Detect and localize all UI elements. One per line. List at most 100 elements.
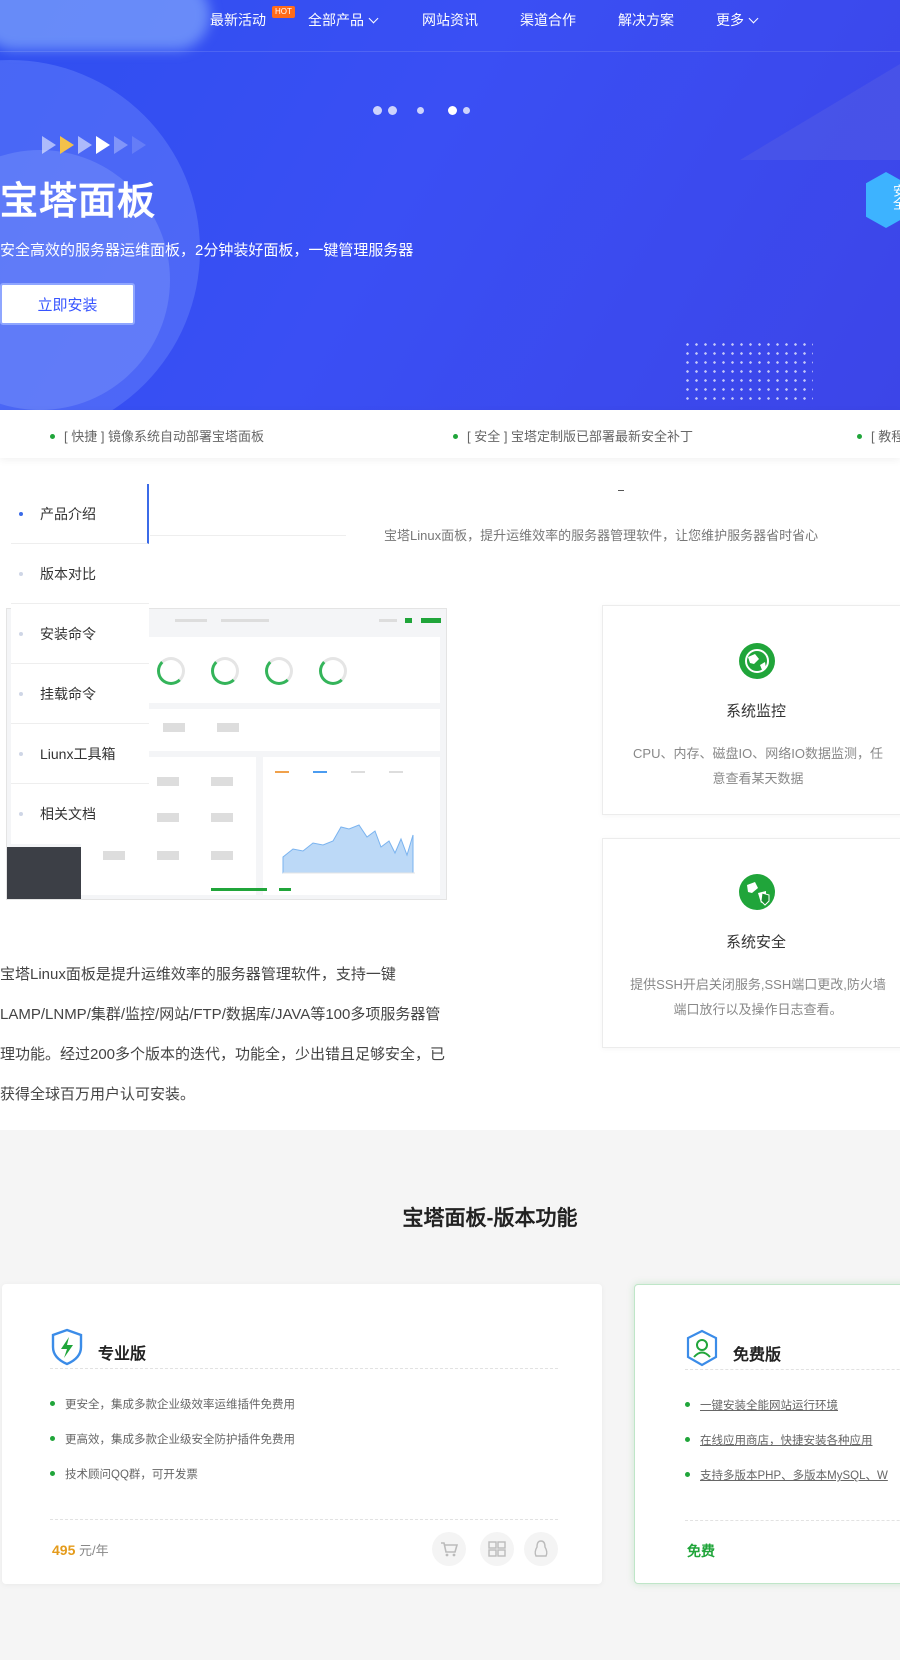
divider (685, 1520, 900, 1521)
sidebar-item-label: 相关文档 (40, 806, 96, 822)
mock-box (217, 723, 239, 732)
hero-decor-shape (740, 40, 900, 160)
sidebar-item-compare[interactable]: 版本对比 (11, 544, 149, 604)
feature-title: 系统安全 (725, 934, 786, 951)
feature-card-security: 系统安全 提供SSH开启关闭服务,SSH端口更改,防火墙端口放行以及操作日志查看… (602, 838, 900, 1048)
price-unit: 元/年 (78, 1543, 109, 1558)
section-dash (618, 490, 624, 491)
globe-monitor-icon (739, 643, 775, 679)
feature-item: 技术顾问QQ群，可开发票 (50, 1466, 198, 1482)
divider (50, 1368, 558, 1369)
sidebar-item-docs[interactable]: 相关文档 (11, 784, 149, 844)
slider-dot[interactable] (417, 107, 424, 114)
nav-solutions[interactable]: 解决方案 (618, 12, 674, 28)
mock-box (211, 813, 233, 822)
arrow-icon (132, 136, 146, 154)
mock-box (157, 777, 179, 786)
product-sidebar: 产品介绍 版本对比 安装命令 挂载命令 Liunx工具箱 相关文档 (11, 484, 149, 844)
hot-badge: HOT (272, 6, 295, 18)
feature-link[interactable]: 一键安装全能网站运行环境 (685, 1397, 838, 1413)
nav-more[interactable]: 更多 (716, 12, 759, 28)
user-shield-icon (686, 1329, 718, 1367)
slider-dot[interactable] (373, 106, 382, 115)
free-price-label: 免费 (687, 1543, 715, 1559)
linux-icon[interactable] (524, 1532, 558, 1566)
sidebar-item-mount-cmd[interactable]: 挂载命令 (11, 664, 149, 724)
mock-bar (175, 619, 207, 622)
mock-box (163, 723, 185, 732)
version-name: 免费版 (733, 1347, 782, 1364)
feature-text: 更高效，集成多款企业级安全防护插件免费用 (65, 1434, 295, 1446)
intro-body-text: 宝塔Linux面板是提升运维效率的服务器管理软件，支持一键LAMP/LNMP/集… (0, 966, 446, 1103)
sidebar-item-label: 产品介绍 (40, 506, 96, 522)
divider (685, 1369, 900, 1370)
news-item[interactable]: [ 教程 (857, 426, 900, 445)
security-side-badge[interactable]: 安全 (866, 172, 900, 228)
news-ticker: [ 快捷 ] 镜像系统自动部署宝塔面板 [ 安全 ] 宝塔定制版已部署最新安全补… (0, 410, 900, 458)
shield-bolt-icon (51, 1328, 83, 1366)
arrow-icon (42, 136, 56, 154)
feature-text: 更安全，集成多款企业级效率运维插件免费用 (65, 1399, 295, 1411)
pro-version-card: 专业版 更安全，集成多款企业级效率运维插件免费用 更高效，集成多款企业级安全防护… (2, 1284, 602, 1584)
news-item[interactable]: [ 安全 ] 宝塔定制版已部署最新安全补丁 (453, 426, 693, 445)
mock-gauge (319, 657, 347, 685)
slider-dot[interactable] (388, 106, 397, 115)
nav-all-products-label: 全部产品 (308, 12, 364, 28)
windows-icon[interactable] (480, 1532, 514, 1566)
hero-dot-grid (683, 340, 813, 400)
hero-arrows-decor (42, 136, 146, 154)
mock-traffic-chart (275, 771, 415, 874)
nav-news[interactable]: 网站资讯 (422, 12, 478, 28)
sidebar-item-toolbox[interactable]: Liunx工具箱 (11, 724, 149, 784)
sidebar-item-install-cmd[interactable]: 安装命令 (11, 604, 149, 664)
slider-dots (373, 106, 470, 115)
mock-gauge (265, 657, 293, 685)
mock-gauge (157, 657, 185, 685)
nav-latest-activity[interactable]: 最新活动 (210, 12, 266, 28)
mock-sidebar (7, 847, 81, 899)
mock-box (157, 813, 179, 822)
mock-box (157, 851, 179, 860)
price: 495 元/年 (52, 1540, 109, 1559)
slider-dot-active[interactable] (448, 106, 457, 115)
chevron-down-icon (368, 13, 379, 24)
intro-description: 宝塔Linux面板，提升运维效率的服务器管理软件，让您维护服务器省时省心 (384, 528, 819, 543)
nav-all-products[interactable]: 全部产品 (308, 12, 379, 28)
feature-item: 更安全，集成多款企业级效率运维插件免费用 (50, 1396, 295, 1412)
price-value: 495 (52, 1542, 76, 1558)
mock-box (103, 851, 125, 860)
mock-bar (421, 618, 441, 623)
feature-text: 支持多版本PHP、多版本MySQL、W (700, 1470, 888, 1482)
arrow-icon (114, 136, 128, 154)
slider-dot[interactable] (463, 107, 470, 114)
hero-title: 宝塔面板 (0, 181, 157, 223)
news-item-text: [ 教程 (871, 429, 900, 444)
feature-card-monitor: 系统监控 CPU、内存、磁盘IO、网络IO数据监测，任意查看某天数据 (602, 605, 900, 815)
mock-bar (221, 619, 269, 622)
feature-text: 在线应用商店，快捷安装各种应用 (700, 1435, 873, 1447)
feature-text: 一键安装全能网站运行环境 (700, 1400, 838, 1412)
globe-shield-icon (739, 874, 775, 910)
arrow-icon (78, 136, 92, 154)
cart-icon[interactable] (432, 1532, 466, 1566)
feature-link[interactable]: 支持多版本PHP、多版本MySQL、W (685, 1467, 888, 1483)
install-button[interactable]: 立即安装 (0, 283, 135, 325)
feature-title: 系统监控 (725, 703, 786, 720)
sidebar-item-intro[interactable]: 产品介绍 (11, 484, 149, 544)
version-name: 专业版 (98, 1346, 147, 1363)
feature-desc: CPU、内存、磁盘IO、网络IO数据监测，任意查看某天数据 (633, 746, 883, 786)
news-item-text: [ 快捷 ] 镜像系统自动部署宝塔面板 (64, 429, 265, 444)
divider (150, 535, 346, 536)
feature-text: 技术顾问QQ群，可开发票 (65, 1469, 198, 1481)
arrow-icon (60, 136, 74, 154)
sidebar-item-label: Liunx工具箱 (40, 746, 116, 762)
sidebar-item-label: 版本对比 (40, 566, 96, 582)
free-version-card: 免费版 一键安装全能网站运行环境 在线应用商店，快捷安装各种应用 支持多版本PH… (634, 1284, 900, 1584)
news-item[interactable]: [ 快捷 ] 镜像系统自动部署宝塔面板 (50, 426, 264, 445)
divider (50, 1519, 558, 1520)
mock-bar (405, 618, 412, 623)
nav-channel[interactable]: 渠道合作 (520, 12, 576, 28)
mock-gauge (211, 657, 239, 685)
feature-item: 更高效，集成多款企业级安全防护插件免费用 (50, 1431, 295, 1447)
feature-link[interactable]: 在线应用商店，快捷安装各种应用 (685, 1432, 873, 1448)
